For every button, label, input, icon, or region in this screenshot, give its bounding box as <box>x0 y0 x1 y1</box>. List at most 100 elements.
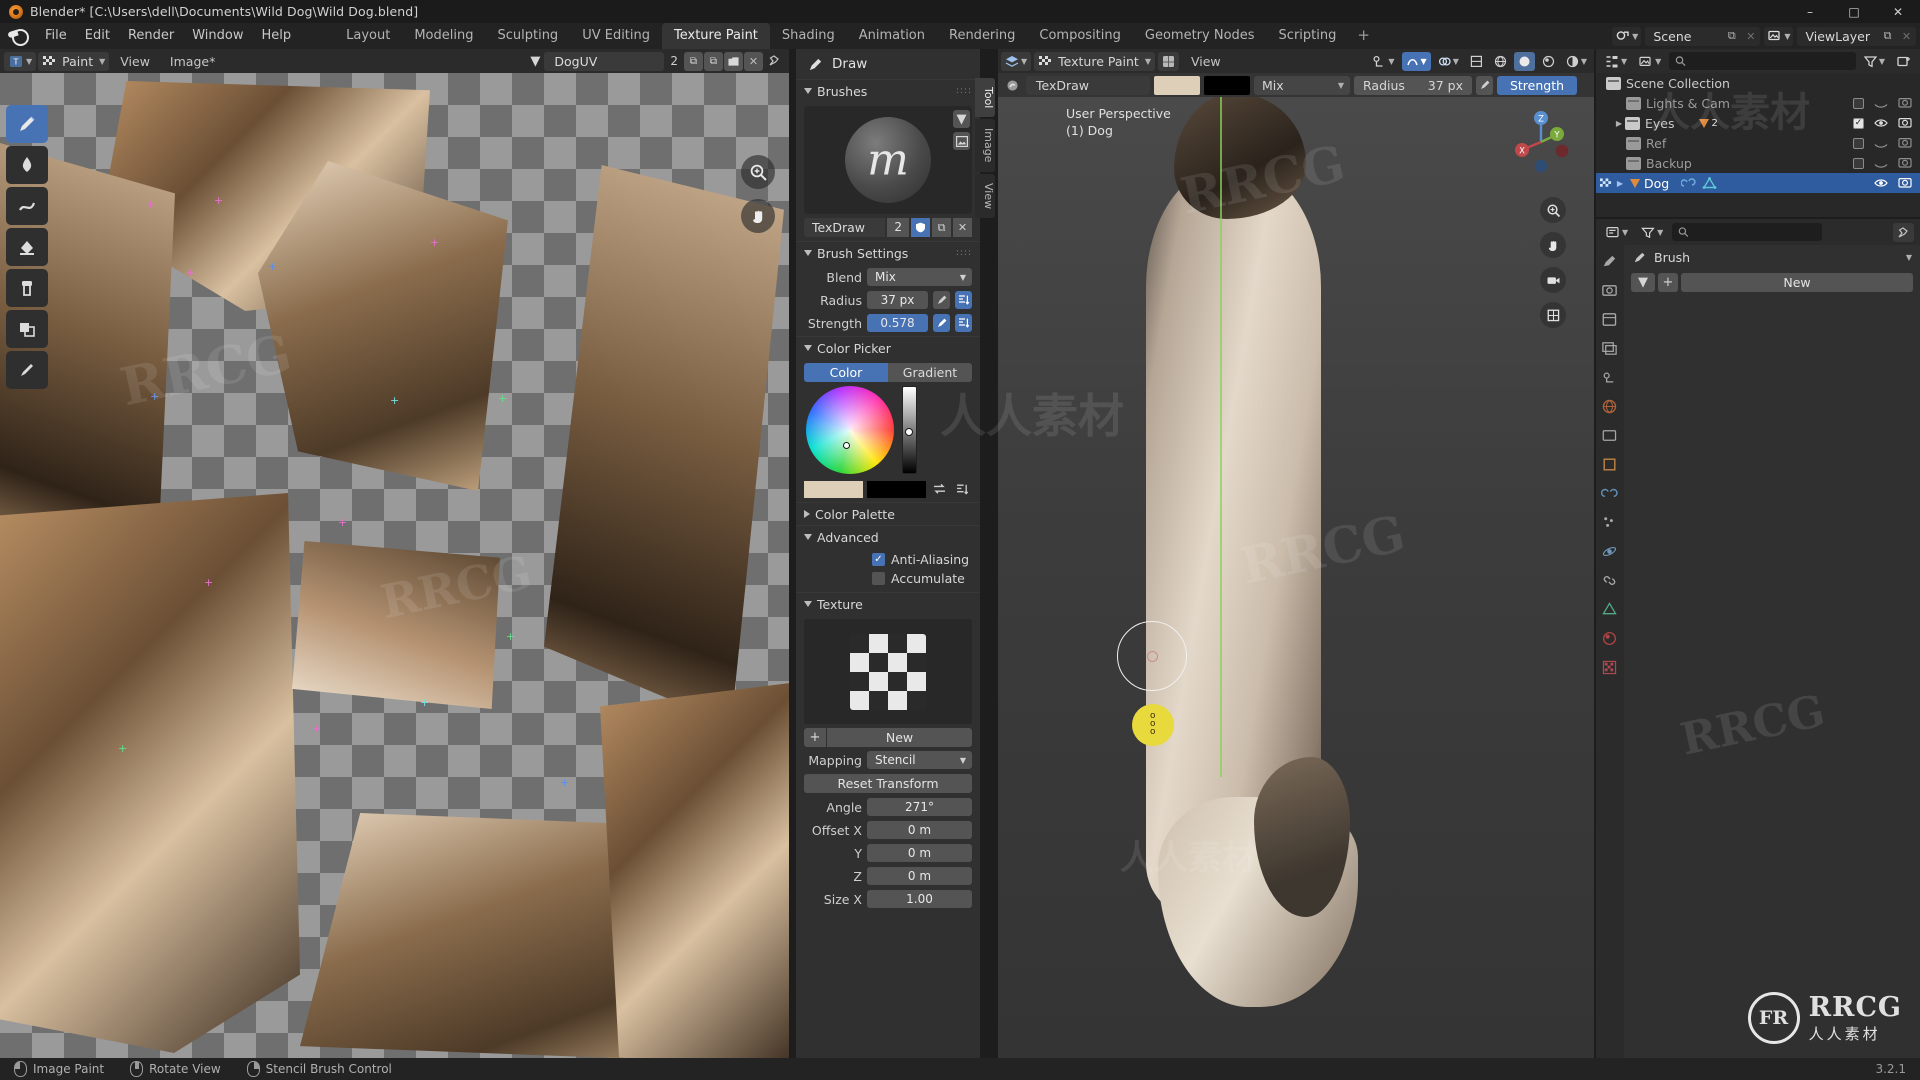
radius-pressure-icon[interactable] <box>933 291 950 309</box>
menu-file[interactable]: File <box>36 25 76 47</box>
disable-render-icon[interactable] <box>1898 176 1912 191</box>
xray-toggle-icon[interactable] <box>1465 51 1487 71</box>
exclude-checkbox[interactable] <box>1853 157 1864 169</box>
viewlayer-name[interactable]: ViewLayer <box>1797 29 1878 44</box>
outliner-row-ref[interactable]: Ref <box>1596 133 1920 153</box>
tool-clone[interactable] <box>6 269 48 307</box>
properties-editor-type-button[interactable]: ▼ <box>1602 222 1633 242</box>
viewlayer-tab[interactable] <box>1601 340 1619 358</box>
properties-search-field[interactable] <box>1693 225 1817 239</box>
tab-rendering[interactable]: Rendering <box>937 23 1027 49</box>
tab-animation[interactable]: Animation <box>847 23 937 49</box>
tab-sculpting[interactable]: Sculpting <box>485 23 570 49</box>
viewlayer-new-icon[interactable]: ⧉ <box>1878 27 1897 46</box>
uv-image-canvas[interactable]: + + + + + + + + + + + + + + + <box>0 73 789 1061</box>
zoom-gizmo-icon[interactable] <box>1540 197 1566 223</box>
tab-gradient[interactable]: Gradient <box>888 363 972 382</box>
outliner-row-scene-collection[interactable]: Scene Collection <box>1596 73 1920 93</box>
collection-tab[interactable] <box>1601 427 1619 445</box>
mapping-dropdown[interactable]: Stencil ▼ <box>867 751 972 769</box>
close-button[interactable]: ✕ <box>1876 0 1920 23</box>
viewport-canvas[interactable]: User Perspective (1) Dog ooo Z X Y <box>998 97 1594 1061</box>
grip-icon[interactable]: :::: <box>956 86 972 96</box>
outliner-search-input[interactable] <box>1669 52 1856 70</box>
brushes-section-header[interactable]: Brushes :::: <box>796 80 980 102</box>
hide-eye-icon[interactable] <box>1874 116 1888 131</box>
offset-y-field[interactable]: 0 m <box>867 844 972 862</box>
strength-slider[interactable]: 0.578 <box>867 314 928 332</box>
sidebar-tab-view[interactable]: View <box>975 173 995 218</box>
primary-color-swatch[interactable] <box>804 480 863 498</box>
image-unlink-icon[interactable]: ✕ <box>744 51 763 71</box>
modifier-tab[interactable] <box>1600 485 1619 503</box>
ortho-toggle-icon[interactable] <box>1540 302 1566 328</box>
texture-browse-icon[interactable]: + <box>804 728 826 747</box>
texture-new-button[interactable]: New <box>827 728 972 747</box>
snap-icon[interactable]: ▼ <box>1368 51 1399 71</box>
scene-name[interactable]: Scene <box>1645 29 1722 44</box>
new-collection-icon[interactable] <box>1893 51 1915 71</box>
outliner-display-mode-button[interactable]: ▼ <box>1635 51 1666 71</box>
viewlayer-id-field[interactable]: ViewLayer ⧉ ✕ <box>1797 26 1916 46</box>
tab-texture-paint[interactable]: Texture Paint <box>662 23 770 49</box>
brush-settings-header[interactable]: Brush Settings :::: <box>796 242 980 264</box>
maximize-button[interactable]: □ <box>1832 0 1876 23</box>
viewlayer-browse-icon[interactable]: ▼ <box>1764 26 1794 46</box>
menu-edit[interactable]: Edit <box>76 25 119 47</box>
shading-material-icon[interactable] <box>1537 51 1559 71</box>
texture-tab[interactable] <box>1601 659 1619 677</box>
image-copy-icon[interactable]: ⧉ <box>704 51 723 71</box>
exclude-checkbox[interactable] <box>1853 117 1864 129</box>
tool-soften[interactable] <box>6 146 48 184</box>
strength-pressure-icon[interactable] <box>933 314 950 332</box>
brush-unlink-icon[interactable]: ✕ <box>953 218 972 237</box>
viewport-radius-pressure-icon[interactable] <box>1476 75 1493 95</box>
outliner-row-eyes[interactable]: ▶ Eyes 2 <box>1596 113 1920 133</box>
image-view-menu[interactable]: View <box>111 52 159 71</box>
accumulate-checkbox[interactable] <box>872 572 885 585</box>
value-slider-cursor[interactable] <box>905 428 913 436</box>
brush-add-icon[interactable]: + <box>1658 273 1678 292</box>
viewport-radius-slider[interactable]: Radius 37 px <box>1354 75 1472 95</box>
stencil-widget[interactable]: ooo <box>1132 704 1174 746</box>
radius-unit-icon[interactable] <box>955 291 972 309</box>
proportional-edit-icon[interactable]: ▼ <box>1401 51 1431 71</box>
viewport-secondary-color-swatch[interactable] <box>1204 75 1250 95</box>
properties-search-input[interactable] <box>1672 223 1823 241</box>
physics-tab[interactable] <box>1601 543 1619 561</box>
brush-dropdown-icon[interactable]: ▼ <box>953 110 970 128</box>
image-menu[interactable]: Image* <box>161 52 224 71</box>
shield-icon[interactable] <box>911 218 930 237</box>
tool-draw[interactable] <box>6 105 48 143</box>
brush-browse-icon[interactable]: ▼ <box>1631 273 1655 292</box>
chevron-right-icon[interactable]: ▶ <box>1613 119 1625 128</box>
brush-new-button[interactable]: New <box>1681 273 1913 292</box>
outliner-editor-type-button[interactable]: ▼ <box>1601 51 1632 71</box>
brush-name[interactable]: TexDraw <box>804 218 886 237</box>
scene-id-field[interactable]: Scene ⧉ ✕ <box>1645 26 1761 46</box>
data-tab[interactable] <box>1601 601 1619 619</box>
tab-modeling[interactable]: Modeling <box>402 23 485 49</box>
camera-view-icon[interactable] <box>1540 267 1566 293</box>
editor-type-button[interactable]: T ▼ <box>4 51 37 71</box>
shading-solid-icon[interactable] <box>1513 51 1535 71</box>
chevron-down-icon[interactable]: ▼ <box>1906 253 1912 262</box>
viewport-shading-preview-button[interactable] <box>1157 51 1179 71</box>
scene-tab[interactable] <box>1601 369 1619 387</box>
size-x-field[interactable]: 1.00 <box>867 890 972 908</box>
hide-eye-icon[interactable] <box>1874 156 1888 171</box>
radius-slider[interactable]: 37 px <box>867 291 928 309</box>
tab-layout[interactable]: Layout <box>334 23 402 49</box>
window-controls[interactable]: – □ ✕ <box>1788 0 1920 23</box>
viewport-primary-color-swatch[interactable] <box>1154 75 1200 95</box>
disable-render-icon[interactable] <box>1898 116 1912 131</box>
viewport-view-menu[interactable]: View <box>1182 52 1230 71</box>
paint-mode-label[interactable]: Paint <box>57 54 97 69</box>
disable-render-icon[interactable] <box>1898 136 1912 151</box>
particles-tab[interactable] <box>1601 514 1619 532</box>
tool-fill[interactable] <box>6 228 48 266</box>
minimize-button[interactable]: – <box>1788 0 1832 23</box>
value-slider[interactable] <box>902 386 917 474</box>
shading-wireframe-icon[interactable] <box>1489 51 1511 71</box>
angle-field[interactable]: 271° <box>867 798 972 816</box>
